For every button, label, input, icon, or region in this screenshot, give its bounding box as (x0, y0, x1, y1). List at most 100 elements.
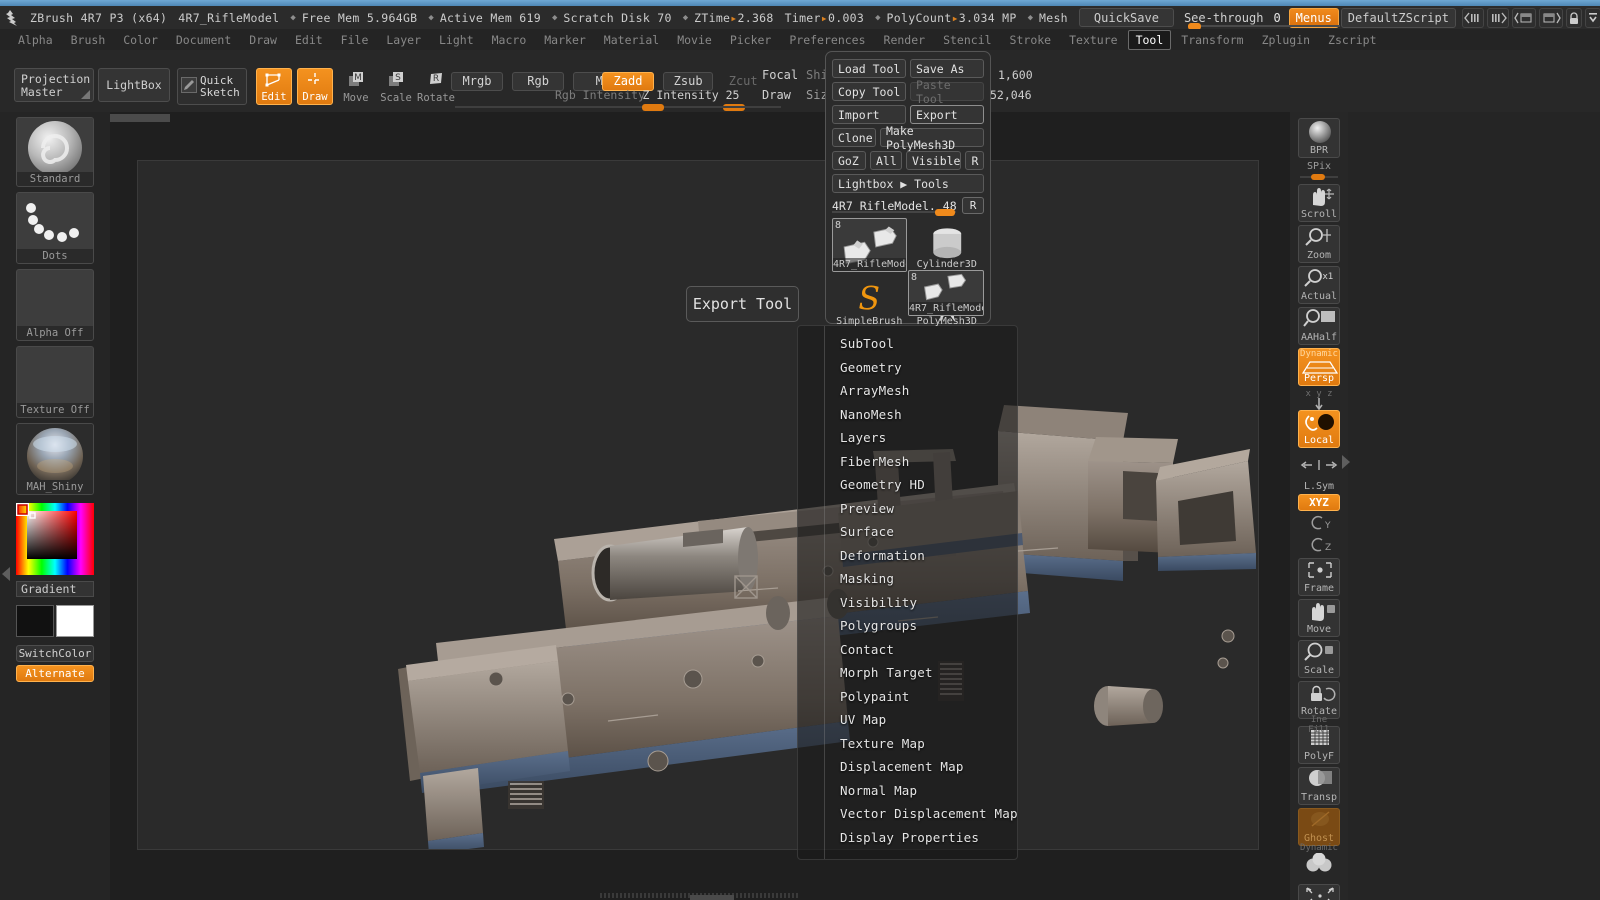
transparency-button[interactable]: Transp (1298, 767, 1340, 805)
menu-item-draw[interactable]: Draw (241, 30, 285, 50)
edit-mode-button[interactable]: Edit (256, 68, 292, 105)
tool-menu-item-visibility[interactable]: Visibility (798, 591, 1017, 615)
menu-item-material[interactable]: Material (596, 30, 667, 50)
scroll-button[interactable]: Scroll (1298, 184, 1340, 222)
canvas-scroll-hint[interactable] (110, 114, 170, 122)
menu-item-zplugin[interactable]: Zplugin (1254, 30, 1318, 50)
tool-thumb-rifle-2[interactable]: 8 4R7_RifleModel (908, 270, 984, 316)
xyz-button[interactable]: XYZ (1298, 494, 1340, 511)
current-tool-slider[interactable]: 4R7_RifleModel. 48 R (832, 197, 984, 216)
tool-menu-item-nanomesh[interactable]: NanoMesh (798, 403, 1017, 427)
tool-palette-popup[interactable]: Load Tool Save As Copy Tool Paste Tool I… (825, 51, 991, 327)
menu-item-transform[interactable]: Transform (1173, 30, 1251, 50)
bottom-resize-notch[interactable] (690, 895, 734, 900)
tool-menu-item-display-properties[interactable]: Display Properties (798, 826, 1017, 850)
polyframe-button[interactable]: Ine Fill PolyF (1298, 715, 1340, 764)
projection-master-button[interactable]: Projection Master (14, 68, 94, 102)
right-shelf-collapse-arrow[interactable] (1342, 455, 1350, 469)
tool-menu-item-morph-target[interactable]: Morph Target (798, 661, 1017, 685)
tool-menu-item-uv-map[interactable]: UV Map (798, 708, 1017, 732)
alpha-selector[interactable]: Alpha Off (16, 269, 94, 341)
main-menu-bar[interactable]: Alpha Brush Color Document Draw Edit File Layer… (0, 29, 1600, 50)
tool-menu-item-geometry-hd[interactable]: Geometry HD (798, 473, 1017, 497)
prev-pane-icon[interactable] (1511, 7, 1536, 28)
scroll-left-icon[interactable] (1461, 7, 1484, 28)
menu-item-edit[interactable]: Edit (287, 30, 331, 50)
scroll-right-icon[interactable] (1486, 7, 1509, 28)
menu-item-picker[interactable]: Picker (722, 30, 780, 50)
import-button[interactable]: Import (832, 105, 906, 124)
lightbox-button[interactable]: LightBox (98, 68, 170, 102)
export-button[interactable]: Export (910, 105, 984, 124)
menu-item-document[interactable]: Document (168, 30, 239, 50)
document-canvas[interactable] (137, 160, 1259, 850)
draw-mode-button[interactable]: Draw (297, 68, 333, 105)
stroke-selector[interactable]: Dots (16, 192, 94, 264)
copy-tool-button[interactable]: Copy Tool (832, 82, 906, 101)
tool-thumb-simplebrush[interactable]: S SimpleBrush (832, 275, 907, 329)
secondary-color-swatch[interactable] (56, 605, 94, 637)
r-button[interactable]: R (965, 151, 985, 170)
menu-item-file[interactable]: File (333, 30, 377, 50)
lock-icon[interactable] (1565, 7, 1582, 28)
frame-button[interactable]: Frame (1298, 558, 1340, 596)
all-button[interactable]: All (870, 151, 902, 170)
aahalf-button[interactable]: AAHalf (1298, 307, 1340, 345)
ghost-button[interactable]: Ghost (1298, 808, 1340, 846)
next-pane-icon[interactable] (1538, 7, 1563, 28)
menu-item-brush[interactable]: Brush (63, 30, 114, 50)
menu-item-zscript[interactable]: Zscript (1320, 30, 1384, 50)
clone-button[interactable]: Clone (832, 128, 876, 147)
lightbox-tools-button[interactable]: Lightbox ▶ Tools (832, 174, 984, 193)
menu-item-render[interactable]: Render (876, 30, 934, 50)
tool-menu-item-arraymesh[interactable]: ArrayMesh (798, 379, 1017, 403)
menu-item-marker[interactable]: Marker (536, 30, 594, 50)
menu-item-tool[interactable]: Tool (1127, 29, 1172, 50)
tool-menu-item-normal-map[interactable]: Normal Map (798, 779, 1017, 803)
minimize-icon[interactable] (1584, 7, 1600, 28)
tool-thumb-rifle-1[interactable]: 8 4R7_RifleModel (832, 218, 907, 272)
tool-menu-item-fibermesh[interactable]: FiberMesh (798, 450, 1017, 474)
expand-button[interactable] (1298, 884, 1340, 900)
alternate-button[interactable]: Alternate (16, 665, 94, 682)
current-tool-r-button[interactable]: R (962, 197, 984, 214)
tool-menu-item-polygroups[interactable]: Polygroups (798, 614, 1017, 638)
tool-menu-item-texture-map[interactable]: Texture Map (798, 732, 1017, 756)
quicksave-button[interactable]: QuickSave (1078, 8, 1174, 27)
actual-button[interactable]: x1 Actual (1298, 266, 1340, 304)
material-selector[interactable]: MAH_Shiny (16, 423, 94, 495)
tool-menu-item-geometry[interactable]: Geometry (798, 356, 1017, 380)
rotate-y-button[interactable]: Y (1298, 513, 1340, 535)
rotate-gizmo-button[interactable]: Rotate (1298, 681, 1340, 719)
quick-sketch-button[interactable]: Quick Sketch (177, 68, 247, 105)
tool-thumb-cylinder[interactable]: Cylinder3D (910, 218, 985, 272)
menu-item-color[interactable]: Color (115, 30, 166, 50)
visible-button[interactable]: Visible (906, 151, 962, 170)
switch-color-button[interactable]: SwitchColor (16, 645, 94, 662)
menu-item-stencil[interactable]: Stencil (935, 30, 999, 50)
tool-menu-item-polypaint[interactable]: Polypaint (798, 685, 1017, 709)
default-zscript-button[interactable]: DefaultZScript (1340, 7, 1456, 28)
move-gizmo-button[interactable]: Move (1298, 599, 1340, 637)
scale-mode-button[interactable]: S Scale (378, 68, 414, 105)
tool-menu-item-vector-displacement-map[interactable]: Vector Displacement Map (798, 802, 1018, 826)
move-mode-button[interactable]: M Move (338, 68, 374, 105)
scale-gizmo-button[interactable]: Scale (1298, 640, 1340, 678)
menu-item-stroke[interactable]: Stroke (1002, 30, 1060, 50)
canvas-area[interactable]: Export Tool (110, 112, 1290, 900)
z-intensity-knob[interactable] (642, 104, 664, 111)
persp-button[interactable]: Dynamic Persp (1298, 348, 1340, 386)
solo-button[interactable]: Dynamic (1298, 843, 1340, 883)
tool-menu-item-layers[interactable]: Layers (798, 426, 1017, 450)
see-through-slider[interactable]: See-through 0 (1184, 7, 1340, 30)
left-shelf-collapse-arrow[interactable] (2, 567, 10, 581)
tool-menu-item-masking[interactable]: Masking (798, 567, 1017, 591)
tool-menu-item-deformation[interactable]: Deformation (798, 544, 1017, 568)
load-tool-button[interactable]: Load Tool (832, 59, 906, 78)
save-as-button[interactable]: Save As (910, 59, 984, 78)
texture-selector[interactable]: Texture Off (16, 346, 94, 418)
tool-menu-item-displacement-map[interactable]: Displacement Map (798, 755, 1017, 779)
local-button[interactable]: Local (1298, 410, 1340, 448)
menu-item-macro[interactable]: Macro (484, 30, 535, 50)
menu-item-preferences[interactable]: Preferences (781, 30, 873, 50)
